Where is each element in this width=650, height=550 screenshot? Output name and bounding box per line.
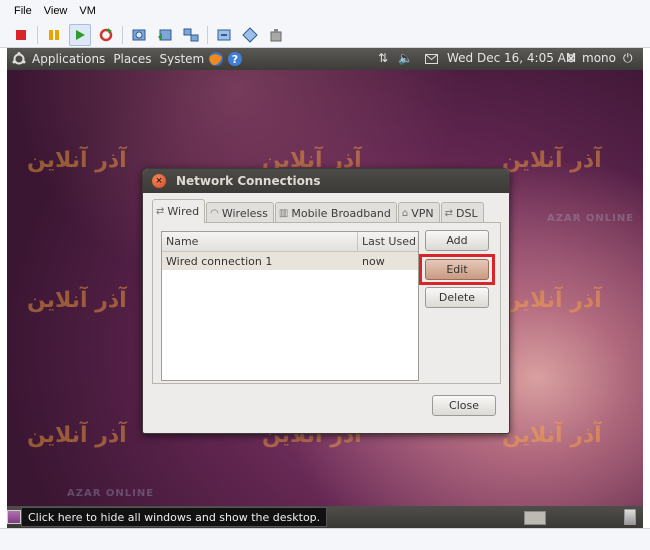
unity-icon[interactable] [239,24,261,46]
panel-clock[interactable]: Wed Dec 16, 4:05 AM [447,51,576,65]
trash-icon[interactable] [624,509,636,525]
host-toolbar [0,22,650,48]
mobile-broadband-icon: ▥ [278,207,289,219]
toolbar-separator [122,25,123,44]
tab-wireless[interactable]: ◠ Wireless [206,202,274,223]
snapshot-icon[interactable] [128,24,150,46]
column-header-last-used[interactable]: Last Used [358,232,418,251]
workspace-switcher[interactable] [524,511,546,525]
tab-label: DSL [456,206,478,220]
show-desktop-icon[interactable] [7,510,21,524]
panel-menu-system[interactable]: System [159,52,204,66]
power-icon[interactable]: ⏻ [623,51,633,66]
list-row[interactable]: Wired connection 1 now [162,252,418,270]
wireless-icon: ◠ [210,207,219,219]
reset-icon[interactable] [95,24,117,46]
stop-icon[interactable] [10,24,32,46]
preferences-icon[interactable] [265,24,287,46]
watermark-logo: آذر آنلاین [502,148,602,173]
revert-snapshot-icon[interactable] [154,24,176,46]
menu-vm[interactable]: VM [79,5,96,17]
toolbar-separator [37,25,38,44]
mail-icon[interactable] [425,54,438,64]
connection-last-used: now [362,254,385,268]
network-connections-dialog: × Network Connections ⇄ Wired ◠ Wireless… [142,168,510,434]
dialog-titlebar[interactable]: × Network Connections [143,169,509,193]
watermark-logo: آذر آنلاین [27,423,127,448]
edit-button[interactable]: Edit [425,259,489,280]
volume-icon[interactable]: 🔈 [398,51,413,65]
delete-button[interactable]: Delete [425,287,489,308]
watermark-logo: آذر آنلاین [502,288,602,313]
tab-label: Wireless [221,206,268,220]
toolbar-separator [207,25,208,44]
tab-bar: ⇄ Wired ◠ Wireless ▥ Mobile Broadband ⌂ … [152,199,485,223]
host-statusbar [0,528,650,550]
menu-file[interactable]: File [14,5,32,17]
tab-vpn[interactable]: ⌂ VPN [397,202,440,223]
watermark-sub: AZAR ONLINE [547,213,635,224]
guest-screen[interactable]: آذر آنلاین آذر آنلاین آذر آنلاین آذر آنل… [7,48,643,528]
close-icon[interactable]: × [152,174,166,188]
connections-list[interactable]: Name Last Used Wired connection 1 now [161,231,419,381]
manage-snapshots-icon[interactable] [180,24,202,46]
host-menubar: File View VM [0,0,650,22]
panel-menu-applications[interactable]: Applications [32,52,105,66]
panel-user[interactable]: mono [582,51,616,65]
help-icon[interactable]: ? [227,51,243,67]
network-updown-icon[interactable]: ⇅ [378,51,388,65]
ubuntu-logo-icon[interactable] [12,52,26,66]
watermark-logo: آذر آنلاین [502,423,602,448]
wired-icon: ⇄ [156,206,165,217]
connection-name: Wired connection 1 [166,254,273,268]
fullscreen-icon[interactable] [213,24,235,46]
lock-icon: ⌂ [401,207,409,219]
tab-label: Mobile Broadband [291,206,391,220]
tab-label: VPN [411,206,434,220]
show-desktop-tooltip: Click here to hide all windows and show … [21,507,328,527]
column-header-name[interactable]: Name [162,232,358,251]
play-icon[interactable] [69,23,91,46]
tab-dsl[interactable]: ⇄ DSL [440,202,484,223]
watermark-logo: آذر آنلاین [27,288,127,313]
tab-mobile-broadband[interactable]: ▥ Mobile Broadband [274,202,397,223]
pause-icon[interactable] [43,24,65,46]
close-button[interactable]: Close [432,395,496,416]
user-icon: ⊗ [566,51,577,65]
dialog-title: Network Connections [176,174,321,188]
wired-tab-pane: Name Last Used Wired connection 1 now Ad… [152,222,501,384]
panel-menu-places[interactable]: Places [113,52,151,66]
firefox-icon[interactable] [207,50,225,68]
menu-view[interactable]: View [44,5,68,17]
tab-wired[interactable]: ⇄ Wired [152,199,206,223]
list-header: Name Last Used [162,232,418,252]
dsl-icon: ⇄ [444,207,454,219]
watermark-logo: آذر آنلاین [27,148,127,173]
watermark-sub: AZAR ONLINE [67,488,155,499]
add-button[interactable]: Add [425,230,489,251]
tab-label: Wired [167,205,200,218]
svg-text:?: ? [232,53,238,66]
